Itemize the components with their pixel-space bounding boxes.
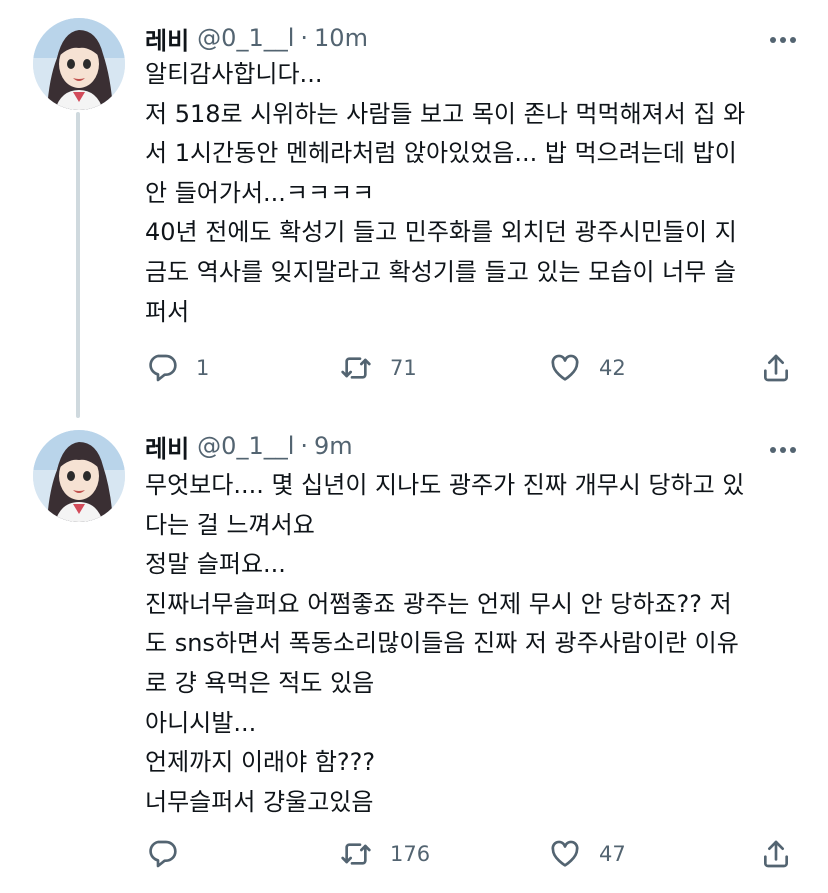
like-button[interactable]: 42: [549, 350, 626, 386]
retweet-count: 176: [390, 842, 431, 866]
tweet-text-line: 금도 역사를 잊지말라고 확성기를 들고 있는 모습이 너무 슬: [145, 257, 736, 286]
tweet-text-line: 알티감사합니다...: [145, 60, 323, 88]
timestamp[interactable]: 10m: [314, 24, 368, 52]
retweet-button[interactable]: 71: [340, 350, 417, 386]
share-icon: [764, 354, 788, 382]
reply-icon: [149, 840, 177, 868]
separator: ·: [300, 432, 309, 460]
avatar-image: [33, 18, 125, 110]
action-bar: 176 47: [146, 836, 796, 872]
reply-count: 1: [196, 356, 210, 380]
tweet[interactable]: 레비 @0_1__l · 10m 알티감사합니다... 저 518로 시위하는 …: [0, 0, 828, 418]
share-button[interactable]: [760, 350, 792, 386]
tweet-header: 레비 @0_1__l · 10m: [145, 20, 368, 56]
action-bar: 1 71 42: [146, 350, 796, 386]
tweet-text-line: 안 들어가서...ㅋㅋㅋㅋ: [145, 178, 375, 207]
more-icon[interactable]: [770, 37, 796, 43]
like-button[interactable]: 47: [549, 836, 626, 872]
tweet-text-line: 40년 전에도 확성기 들고 민주화를 외치던 광주시민들이 지: [145, 218, 737, 247]
share-icon: [764, 840, 788, 868]
tweet-text-line: 진짜너무슬퍼요 어쩜좋죠 광주는 언제 무시 안 당하죠?? 저: [145, 589, 732, 618]
avatar[interactable]: [33, 430, 125, 522]
retweet-icon: [341, 843, 371, 865]
tweet-text-line: 도 sns하면서 폭동소리많이들음 진짜 저 광주사람이란 이유: [145, 629, 739, 658]
thread-line: [76, 112, 80, 418]
retweet-icon: [341, 357, 371, 379]
user-handle[interactable]: @0_1__l: [197, 24, 294, 52]
tweet-text-line: 정말 슬퍼요...: [145, 550, 286, 579]
more-icon[interactable]: [770, 447, 796, 453]
tweet-header: 레비 @0_1__l · 9m: [145, 428, 353, 464]
retweet-count: 71: [390, 356, 417, 380]
tweet-text-line: 다는 걸 느껴서요: [145, 510, 315, 539]
tweet-text-line: 서 1시간동안 멘헤라처럼 앉아있었음... 밥 먹으려는데 밥이: [145, 139, 737, 168]
tweet-text-line: 저 518로 시위하는 사람들 보고 목이 존나 먹먹해져서 집 와: [145, 99, 746, 128]
user-handle[interactable]: @0_1__l: [197, 432, 294, 460]
like-count: 47: [599, 842, 626, 866]
reply-button[interactable]: [146, 836, 196, 872]
display-name[interactable]: 레비: [145, 21, 189, 56]
reply-button[interactable]: 1: [146, 350, 209, 386]
display-name[interactable]: 레비: [145, 429, 189, 464]
share-button[interactable]: [760, 836, 792, 872]
tweet-text-line: 아니시발...: [145, 708, 257, 737]
tweet-text-line: 퍼서: [145, 297, 190, 326]
timestamp[interactable]: 9m: [314, 432, 353, 460]
retweet-button[interactable]: 176: [340, 836, 430, 872]
tweet-text-line: 로 걍 욕먹은 적도 있음: [145, 668, 375, 697]
tweet-text: 알티감사합니다... 저 518로 시위하는 사람들 보고 목이 존나 먹먹해져…: [145, 55, 805, 332]
heart-icon: [551, 840, 579, 867]
tweet-text-line: 무엇보다.... 몇 십년이 지나도 광주가 진짜 개무시 당하고 있: [145, 471, 745, 499]
like-count: 42: [599, 356, 626, 380]
avatar-image: [33, 430, 125, 522]
avatar[interactable]: [33, 18, 125, 110]
heart-icon: [551, 354, 579, 381]
reply-icon: [149, 354, 177, 382]
tweet-text-line: 언제까지 이래야 함???: [145, 748, 376, 777]
tweet[interactable]: 레비 @0_1__l · 9m 무엇보다.... 몇 십년이 지나도 광주가 진…: [0, 410, 828, 893]
tweet-text-line: 너무슬퍼서 걍울고있음: [145, 787, 374, 816]
separator: ·: [300, 24, 309, 52]
tweet-text: 무엇보다.... 몇 십년이 지나도 광주가 진짜 개무시 당하고 있 다는 걸…: [145, 466, 805, 822]
